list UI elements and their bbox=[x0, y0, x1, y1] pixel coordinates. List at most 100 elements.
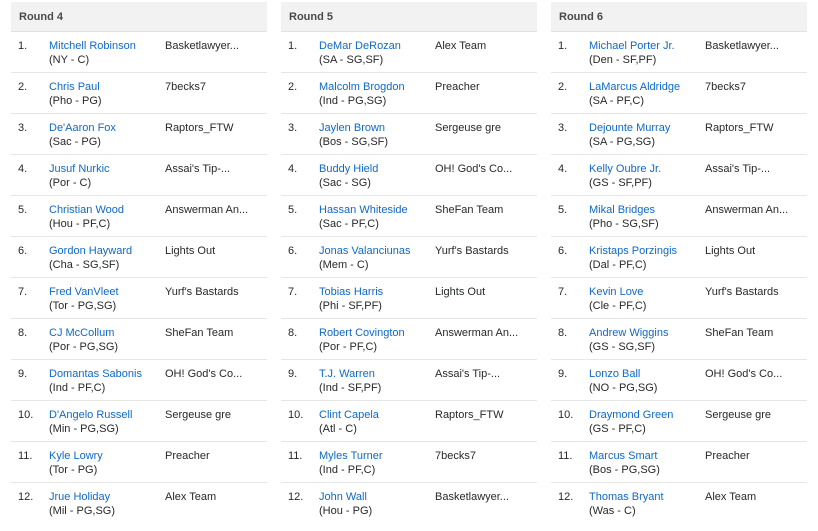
player-name-link[interactable]: Domantas Sabonis bbox=[49, 368, 142, 380]
pick-number: 11. bbox=[18, 450, 33, 462]
pick-row: 7. Tobias Harris (Phi - SF,PF) Lights Out bbox=[281, 278, 537, 319]
pick-row: 5. Mikal Bridges (Pho - SG,SF) Answerman An… bbox=[551, 196, 807, 237]
pick-number: 4. bbox=[18, 163, 28, 175]
pick-row: 10. Draymond Green (GS - PF,C) Sergeuse gre bbox=[551, 401, 807, 442]
player-name-link[interactable]: Kristaps Porzingis bbox=[589, 245, 677, 257]
round-column: Round 4 1. Mitchell Robinson (NY - C) Baske… bbox=[11, 2, 267, 524]
pick-row: 11. Kyle Lowry (Tor - PG) Preacher bbox=[11, 442, 267, 483]
player-team-position: (Cha - SG,SF) bbox=[49, 259, 120, 271]
player-name-link[interactable]: Mitchell Robinson bbox=[49, 40, 136, 52]
player-team-position: (Tor - PG,SG) bbox=[49, 300, 117, 312]
player-name-link[interactable]: Kyle Lowry bbox=[49, 450, 103, 462]
player-name-link[interactable]: John Wall bbox=[319, 491, 367, 503]
player-name-link[interactable]: Gordon Hayward bbox=[49, 245, 132, 257]
player-name-link[interactable]: Andrew Wiggins bbox=[589, 327, 668, 339]
round-header: Round 4 bbox=[11, 2, 267, 32]
pick-number: 10. bbox=[288, 409, 304, 421]
draft-results: Round 4 1. Mitchell Robinson (NY - C) Baske… bbox=[0, 0, 818, 531]
player-name-link[interactable]: T.J. Warren bbox=[319, 368, 375, 380]
player-name-link[interactable]: Chris Paul bbox=[49, 81, 100, 93]
round-column: Round 5 1. DeMar DeRozan (SA - SG,SF) Alex … bbox=[281, 2, 537, 524]
fantasy-team-name: SheFan Team bbox=[165, 327, 234, 339]
player-name-link[interactable]: Jonas Valanciunas bbox=[319, 245, 411, 257]
pick-number: 8. bbox=[558, 327, 568, 339]
pick-row: 9. T.J. Warren (Ind - SF,PF) Assai's Tip-..… bbox=[281, 360, 537, 401]
player-name-link[interactable]: Thomas Bryant bbox=[589, 491, 664, 503]
pick-number: 11. bbox=[558, 450, 573, 462]
fantasy-team-name: Preacher bbox=[705, 450, 750, 462]
player-team-position: (NO - PG,SG) bbox=[589, 382, 658, 394]
pick-number: 5. bbox=[558, 204, 568, 216]
player-name-link[interactable]: LaMarcus Aldridge bbox=[589, 81, 680, 93]
player-team-position: (Atl - C) bbox=[319, 423, 357, 435]
fantasy-team-name: Yurf's Bastards bbox=[165, 286, 239, 298]
player-team-position: (Ind - PF,C) bbox=[49, 382, 106, 394]
pick-number: 5. bbox=[288, 204, 298, 216]
pick-number: 2. bbox=[288, 81, 298, 93]
player-team-position: (Ind - SF,PF) bbox=[319, 382, 382, 394]
player-name-link[interactable]: Lonzo Ball bbox=[589, 368, 640, 380]
player-name-link[interactable]: De'Aaron Fox bbox=[49, 122, 116, 134]
pick-row: 3. Jaylen Brown (Bos - SG,SF) Sergeuse gre bbox=[281, 114, 537, 155]
player-name-link[interactable]: Draymond Green bbox=[589, 409, 673, 421]
fantasy-team-name: OH! God's Co... bbox=[435, 163, 513, 175]
pick-row: 1. Mitchell Robinson (NY - C) Basketlawyer.… bbox=[11, 32, 267, 73]
fantasy-team-name: OH! God's Co... bbox=[705, 368, 783, 380]
player-name-link[interactable]: Jaylen Brown bbox=[319, 122, 385, 134]
fantasy-team-name: Raptors_FTW bbox=[435, 409, 504, 421]
player-team-position: (Phi - SF,PF) bbox=[319, 300, 382, 312]
round-header: Round 6 bbox=[551, 2, 807, 32]
pick-number: 12. bbox=[18, 491, 34, 503]
player-name-link[interactable]: Clint Capela bbox=[319, 409, 379, 421]
pick-row: 5. Hassan Whiteside (Sac - PF,C) SheFan Tea… bbox=[281, 196, 537, 237]
player-team-position: (Mil - PG,SG) bbox=[49, 505, 115, 517]
pick-row: 5. Christian Wood (Hou - PF,C) Answerman An… bbox=[11, 196, 267, 237]
player-team-position: (Min - PG,SG) bbox=[49, 423, 119, 435]
fantasy-team-name: Preacher bbox=[435, 81, 480, 93]
fantasy-team-name: Raptors_FTW bbox=[705, 122, 774, 134]
fantasy-team-name: Basketlawyer... bbox=[165, 40, 239, 52]
fantasy-team-name: Sergeuse gre bbox=[165, 409, 232, 421]
player-team-position: (Tor - PG) bbox=[49, 464, 98, 476]
player-team-position: (SA - PG,SG) bbox=[589, 136, 656, 148]
pick-row: 11. Marcus Smart (Bos - PG,SG) Preacher bbox=[551, 442, 807, 483]
player-name-link[interactable]: Jusuf Nurkic bbox=[49, 163, 110, 175]
player-name-link[interactable]: Michael Porter Jr. bbox=[589, 40, 675, 52]
fantasy-team-name: Assai's Tip-... bbox=[435, 368, 501, 380]
player-team-position: (Dal - PF,C) bbox=[589, 259, 647, 271]
fantasy-team-name: 7becks7 bbox=[435, 450, 476, 462]
player-name-link[interactable]: Myles Turner bbox=[319, 450, 383, 462]
player-name-link[interactable]: DeMar DeRozan bbox=[319, 40, 401, 52]
player-name-link[interactable]: Malcolm Brogdon bbox=[319, 81, 405, 93]
player-team-position: (SA - SG,SF) bbox=[319, 54, 384, 66]
pick-row: 9. Lonzo Ball (NO - PG,SG) OH! God's Co... bbox=[551, 360, 807, 401]
pick-number: 1. bbox=[558, 40, 568, 52]
player-name-link[interactable]: Buddy Hield bbox=[319, 163, 378, 175]
player-team-position: (Ind - PF,C) bbox=[319, 464, 376, 476]
player-name-link[interactable]: Dejounte Murray bbox=[589, 122, 670, 134]
pick-list: 1. Mitchell Robinson (NY - C) Basketlawyer.… bbox=[11, 32, 267, 524]
player-name-link[interactable]: Kevin Love bbox=[589, 286, 643, 298]
player-team-position: (Bos - SG,SF) bbox=[319, 136, 389, 148]
player-name-link[interactable]: CJ McCollum bbox=[49, 327, 114, 339]
pick-number: 7. bbox=[18, 286, 28, 298]
pick-row: 4. Jusuf Nurkic (Por - C) Assai's Tip-... bbox=[11, 155, 267, 196]
fantasy-team-name: Yurf's Bastards bbox=[705, 286, 779, 298]
player-team-position: (GS - PF,C) bbox=[589, 423, 646, 435]
player-team-position: (Por - PG,SG) bbox=[49, 341, 119, 353]
player-name-link[interactable]: Tobias Harris bbox=[319, 286, 383, 298]
player-team-position: (Mem - C) bbox=[319, 259, 369, 271]
player-name-link[interactable]: Mikal Bridges bbox=[589, 204, 655, 216]
player-name-link[interactable]: Christian Wood bbox=[49, 204, 124, 216]
player-name-link[interactable]: D'Angelo Russell bbox=[49, 409, 132, 421]
player-name-link[interactable]: Hassan Whiteside bbox=[319, 204, 408, 216]
player-name-link[interactable]: Robert Covington bbox=[319, 327, 405, 339]
player-name-link[interactable]: Marcus Smart bbox=[589, 450, 657, 462]
player-name-link[interactable]: Fred VanVleet bbox=[49, 286, 119, 298]
player-name-link[interactable]: Kelly Oubre Jr. bbox=[589, 163, 661, 175]
pick-row: 9. Domantas Sabonis (Ind - PF,C) OH! God's … bbox=[11, 360, 267, 401]
player-name-link[interactable]: Jrue Holiday bbox=[49, 491, 110, 503]
pick-row: 4. Kelly Oubre Jr. (GS - SF,PF) Assai's Tip… bbox=[551, 155, 807, 196]
player-team-position: (Sac - SG) bbox=[319, 177, 371, 189]
player-team-position: (Hou - PF,C) bbox=[49, 218, 111, 230]
